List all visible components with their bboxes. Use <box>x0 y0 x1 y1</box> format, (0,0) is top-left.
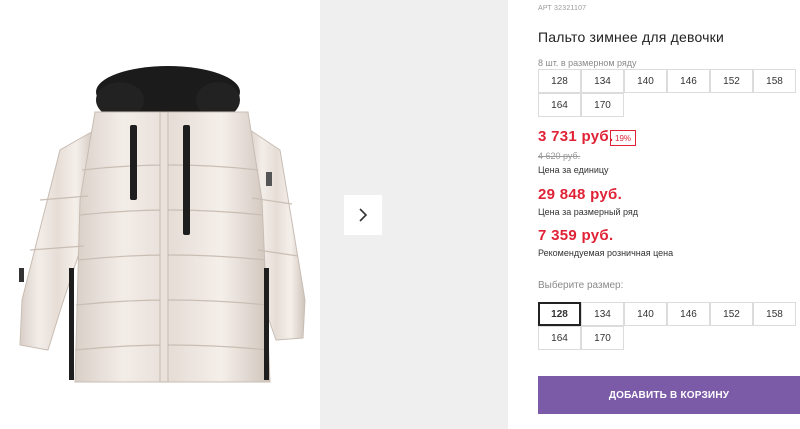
size-option[interactable]: 164 <box>538 326 581 350</box>
pack-size: 134 <box>581 69 624 93</box>
pack-size: 140 <box>624 69 667 93</box>
pack-size: 128 <box>538 69 581 93</box>
price-old: 4 620 руб. <box>538 151 581 161</box>
size-option[interactable]: 170 <box>581 326 624 350</box>
product-info: АРТ 32321107 Пальто зимнее для девочки 8… <box>538 0 800 429</box>
article-number: АРТ 32321107 <box>538 5 587 12</box>
pack-size: 158 <box>753 69 796 93</box>
size-option[interactable]: 134 <box>581 302 624 326</box>
chevron-right-icon <box>359 208 368 222</box>
size-option[interactable]: 140 <box>624 302 667 326</box>
pack-size: 146 <box>667 69 710 93</box>
size-select-hint: Выберите размер: <box>538 280 624 291</box>
product-photo <box>0 0 320 429</box>
next-photo-button[interactable] <box>344 195 382 235</box>
add-to-cart-button[interactable]: ДОБАВИТЬ В КОРЗИНУ <box>538 376 800 414</box>
pack-size: 164 <box>538 93 581 117</box>
size-option-selected[interactable]: 128 <box>538 302 581 326</box>
price-retail: 7 359 руб. <box>538 227 614 244</box>
pack-size-hint: 8 шт. в размерном ряду <box>538 58 637 68</box>
size-option[interactable]: 158 <box>753 302 796 326</box>
product-title: Пальто зимнее для девочки <box>538 29 724 45</box>
pack-size: 152 <box>710 69 753 93</box>
price-unit: 3 731 руб. <box>538 128 614 145</box>
price-retail-caption: Рекомендуемая розничная цена <box>538 248 674 258</box>
size-option[interactable]: 152 <box>710 302 753 326</box>
price-pack-caption: Цена за размерный ряд <box>538 207 639 217</box>
coat-image <box>19 66 306 383</box>
size-option[interactable]: 146 <box>667 302 710 326</box>
price-pack: 29 848 руб. <box>538 186 623 203</box>
price-unit-caption: Цена за единицу <box>538 165 609 175</box>
discount-badge: 19% <box>610 130 637 146</box>
pack-size: 170 <box>581 93 624 117</box>
